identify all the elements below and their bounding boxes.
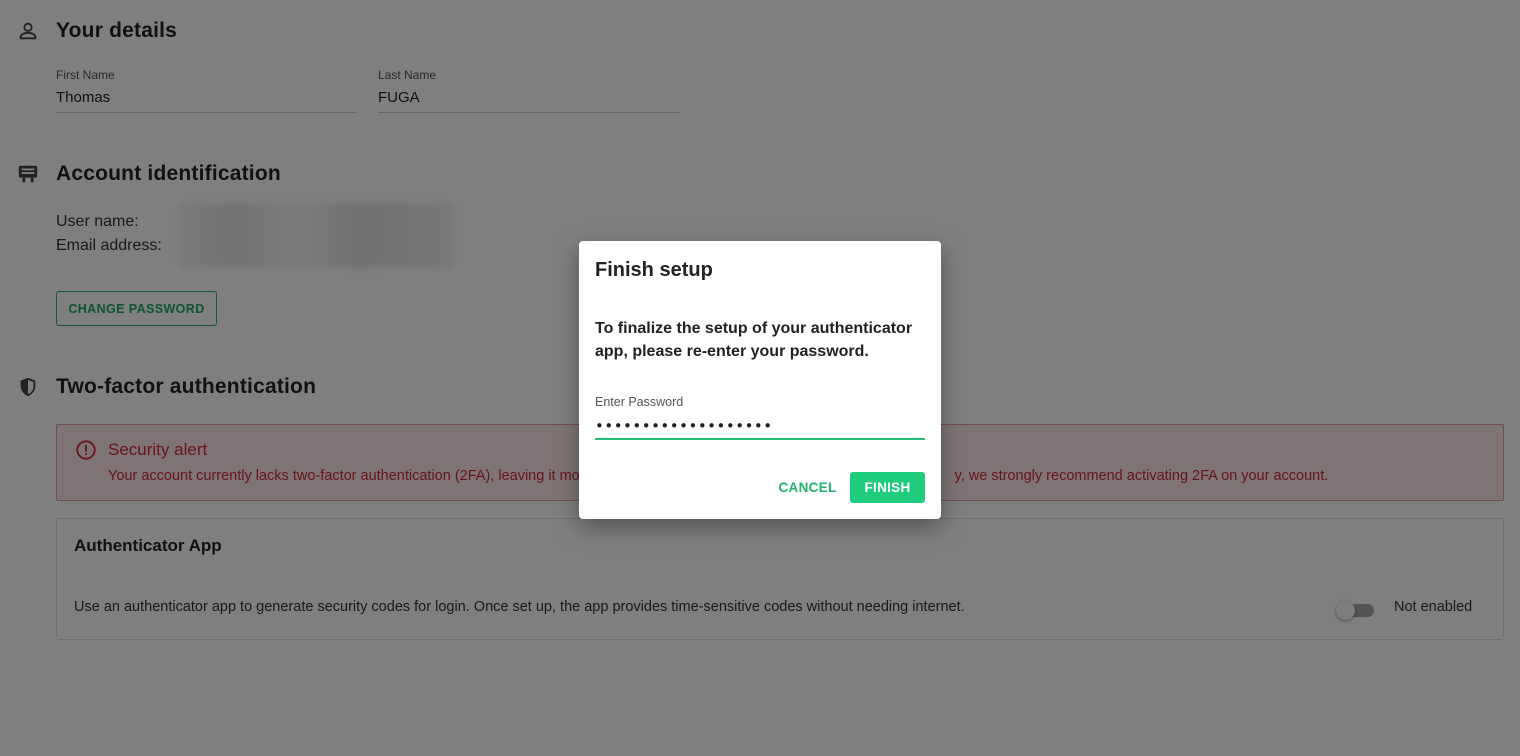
finish-button[interactable]: FINISH: [850, 472, 925, 503]
password-input[interactable]: [595, 414, 925, 440]
dialog-title: Finish setup: [595, 259, 713, 281]
cancel-button[interactable]: CANCEL: [774, 472, 841, 502]
dialog-message: To finalize the setup of your authentica…: [595, 320, 913, 360]
finish-setup-dialog: Finish setup To finalize the setup of yo…: [579, 241, 941, 519]
password-label: Enter Password: [595, 395, 684, 409]
